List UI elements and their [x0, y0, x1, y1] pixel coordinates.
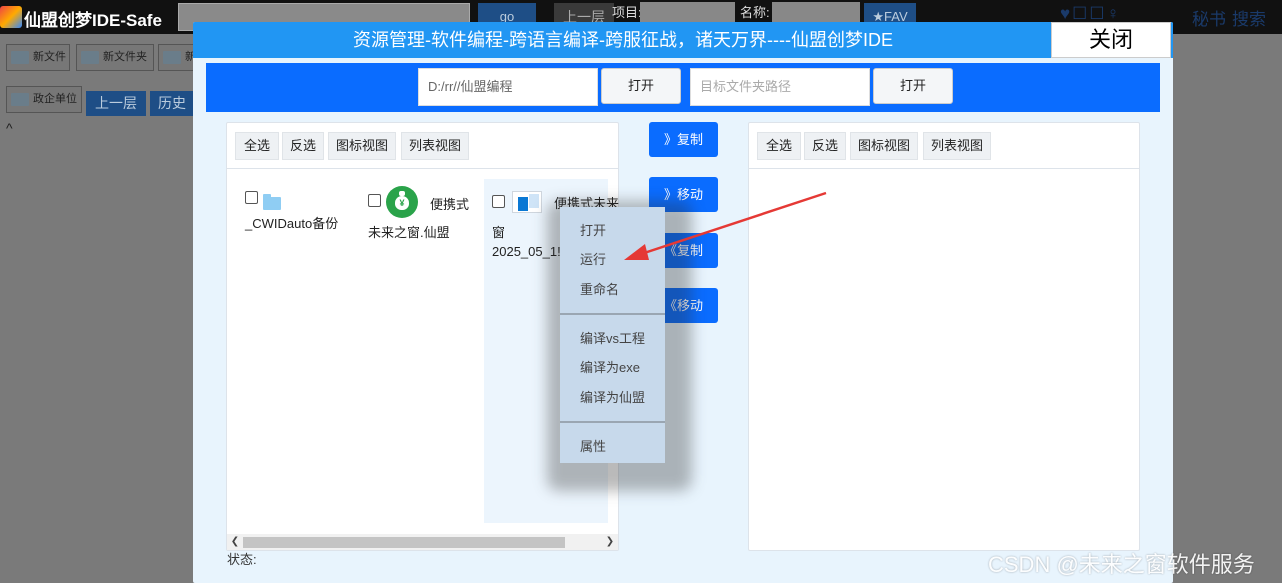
context-menu: 打开 运行 重命名 编译vs工程 编译为exe 编译为仙盟 属性	[560, 207, 665, 463]
path-bar: D:/rr//仙盟编程 打开 目标文件夹路径 打开	[206, 63, 1160, 112]
app-secretary-button[interactable]: 秘书	[1192, 5, 1226, 30]
target-open-button[interactable]: 打开	[873, 68, 953, 104]
watermark: CSDN @未来之窗软件服务	[988, 552, 1255, 577]
app-name-input[interactable]	[772, 2, 860, 22]
file-checkbox[interactable]	[368, 194, 381, 207]
new-file-label: 新文件	[33, 51, 66, 63]
app-history-button[interactable]: 历史	[150, 91, 194, 116]
collapse-icon[interactable]: ^	[6, 120, 13, 136]
icon-view-button[interactable]: 图标视图	[850, 132, 918, 160]
file-name: _CWIDauto备份	[245, 216, 339, 231]
menu-item-rename[interactable]: 重命名	[580, 279, 619, 298]
new-folder-button[interactable]: 新文件夹	[76, 44, 154, 71]
app-row2-up-button[interactable]: 上一层	[86, 91, 146, 116]
app-toolbar-icons[interactable]: ♥☐☐♀	[1060, 4, 1121, 24]
select-all-button[interactable]: 全选	[757, 132, 801, 160]
app-project-label: 项目:	[612, 5, 642, 20]
status-label: 状态:	[227, 552, 257, 567]
target-pane-toolbar: 全选 反选 图标视图 列表视图	[749, 123, 1139, 169]
moneybag-icon: ¥	[386, 186, 418, 218]
app-logo-icon	[0, 6, 22, 28]
menu-separator	[560, 313, 665, 315]
gov-unit-button[interactable]: 政企单位	[6, 86, 82, 113]
icon-view-button[interactable]: 图标视图	[328, 132, 396, 160]
file-name-line2: 未来之窗.仙盟	[368, 225, 450, 240]
select-all-button[interactable]: 全选	[235, 132, 279, 160]
target-path-input[interactable]: 目标文件夹路径	[690, 68, 870, 106]
app-window-icon	[512, 191, 542, 213]
file-checkbox[interactable]	[492, 195, 505, 208]
scrollbar-thumb[interactable]	[243, 537, 565, 548]
source-open-button[interactable]: 打开	[601, 68, 681, 104]
target-file-pane: 全选 反选 图标视图 列表视图	[748, 122, 1140, 551]
source-pane-toolbar: 全选 反选 图标视图 列表视图	[227, 123, 618, 169]
gov-unit-label: 政企单位	[33, 93, 77, 105]
folder-icon	[263, 194, 281, 210]
window-pane-right	[529, 194, 539, 208]
app-name-label: 名称:	[740, 5, 770, 20]
copy-right-button[interactable]: 》复制	[649, 122, 718, 157]
menu-item-compile-vs[interactable]: 编译vs工程	[580, 328, 645, 347]
folder-icon	[11, 51, 29, 64]
menu-separator	[560, 421, 665, 423]
close-button[interactable]: 关闭	[1051, 22, 1171, 58]
app-project-input[interactable]	[640, 2, 735, 22]
folder-icon	[81, 51, 99, 64]
yen-glyph: ¥	[399, 198, 405, 208]
scroll-right-icon[interactable]: ❯	[602, 534, 618, 550]
scroll-left-icon[interactable]: ❮	[227, 534, 243, 550]
invert-selection-button[interactable]: 反选	[804, 132, 846, 160]
menu-item-run[interactable]: 运行	[580, 249, 606, 268]
list-view-button[interactable]: 列表视图	[401, 132, 469, 160]
menu-item-properties[interactable]: 属性	[580, 436, 606, 455]
window-pane-left	[518, 197, 528, 211]
invert-selection-button[interactable]: 反选	[282, 132, 324, 160]
menu-item-open[interactable]: 打开	[580, 220, 606, 239]
menu-item-compile-xianmeng[interactable]: 编译为仙盟	[580, 387, 645, 406]
file-name-line2: 窗	[492, 225, 506, 240]
modal-header: 资源管理-软件编程-跨语言编译-跨服征战，诸天万界----仙盟创梦IDE 关闭	[193, 22, 1173, 58]
folder-icon	[163, 51, 181, 64]
app-title: 仙盟创梦IDE-Safe	[24, 11, 162, 30]
new-folder-label: 新文件夹	[103, 51, 147, 63]
new-file-button[interactable]: 新文件	[6, 44, 70, 71]
source-path-input[interactable]: D:/rr//仙盟编程	[418, 68, 598, 106]
file-name-line1: 便携式	[430, 197, 470, 212]
modal-title: 资源管理-软件编程-跨语言编译-跨服征战，诸天万界----仙盟创梦IDE	[353, 30, 893, 50]
new-other-button[interactable]: 新	[158, 44, 194, 71]
menu-item-compile-exe[interactable]: 编译为exe	[580, 357, 640, 376]
file-checkbox[interactable]	[245, 191, 258, 204]
folder-icon	[11, 93, 29, 106]
list-view-button[interactable]: 列表视图	[923, 132, 991, 160]
horizontal-scrollbar[interactable]: ❮ ❯	[227, 534, 618, 550]
app-search-button[interactable]: 搜索	[1232, 5, 1266, 30]
